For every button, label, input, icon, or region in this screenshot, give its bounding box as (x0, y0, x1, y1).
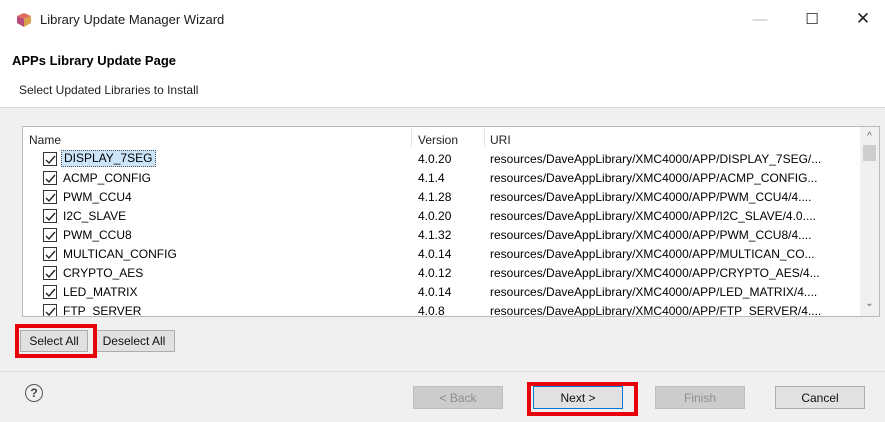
table-row[interactable]: DISPLAY_7SEG 4.0.20 resources/DaveAppLibra… (23, 149, 861, 168)
table-row[interactable]: I2C_SLAVE 4.0.20 resources/DaveAppLibrary/… (23, 206, 861, 225)
column-header-uri[interactable]: URI (490, 133, 511, 147)
row-name: LED_MATRIX (63, 285, 138, 299)
row-name: FTP_SERVER (63, 304, 142, 317)
table-row[interactable]: PWM_CCU8 4.1.32 resources/DaveAppLibrary/X… (23, 225, 861, 244)
finish-button[interactable]: Finish (655, 386, 745, 409)
close-button[interactable]: ✕ (848, 8, 878, 30)
row-uri: resources/DaveAppLibrary/XMC4000/APP/DIS… (490, 152, 822, 166)
vertical-scrollbar[interactable]: ^ ⌄ (860, 127, 879, 316)
window-title: Library Update Manager Wizard (40, 12, 225, 27)
row-name: CRYPTO_AES (63, 266, 144, 280)
table-header: Name Version URI (23, 127, 861, 149)
row-checkbox[interactable] (43, 304, 57, 316)
checkmark-icon (45, 307, 56, 316)
row-checkbox[interactable] (43, 209, 57, 223)
row-version: 4.0.14 (418, 247, 452, 261)
row-version: 4.1.28 (418, 190, 452, 204)
maximize-button[interactable]: ☐ (797, 8, 827, 30)
row-name: PWM_CCU8 (63, 228, 132, 242)
table-row[interactable]: ACMP_CONFIG 4.1.4 resources/DaveAppLibrary… (23, 168, 861, 187)
row-version: 4.0.12 (418, 266, 452, 280)
minimize-button[interactable]: — (745, 8, 775, 30)
row-name: I2C_SLAVE (63, 209, 127, 223)
checkmark-icon (45, 231, 56, 241)
wizard-header: APPs Library Update Page Select Updated … (0, 36, 885, 108)
table-row[interactable]: PWM_CCU4 4.1.28 resources/DaveAppLibrary/X… (23, 187, 861, 206)
row-uri: resources/DaveAppLibrary/XMC4000/APP/MUL… (490, 247, 815, 261)
checkmark-icon (45, 288, 56, 298)
row-uri: resources/DaveAppLibrary/XMC4000/APP/LED… (490, 285, 818, 299)
row-name: MULTICAN_CONFIG (63, 247, 177, 261)
library-table: Name Version URI DISPLAY_7SEG 4.0.20 resou… (22, 126, 880, 317)
table-body: DISPLAY_7SEG 4.0.20 resources/DaveAppLibra… (23, 149, 861, 317)
column-header-name[interactable]: Name (29, 133, 61, 147)
row-checkbox[interactable] (43, 266, 57, 280)
row-checkbox[interactable] (43, 228, 57, 242)
next-button[interactable]: Next > (533, 386, 623, 409)
scroll-up-arrow-icon[interactable]: ^ (864, 132, 875, 142)
back-button[interactable]: < Back (413, 386, 503, 409)
row-checkbox[interactable] (43, 152, 57, 166)
row-uri: resources/DaveAppLibrary/XMC4000/APP/CRY… (490, 266, 820, 280)
row-checkbox[interactable] (43, 285, 57, 299)
row-name: ACMP_CONFIG (63, 171, 152, 185)
page-title: APPs Library Update Page (12, 53, 176, 68)
column-divider[interactable] (484, 129, 485, 147)
row-uri: resources/DaveAppLibrary/XMC4000/APP/I2C… (490, 209, 816, 223)
title-bar: Library Update Manager Wizard — ☐ ✕ (0, 0, 885, 36)
table-row[interactable]: LED_MATRIX 4.0.14 resources/DaveAppLibrary… (23, 282, 861, 301)
scrollbar-thumb[interactable] (863, 145, 876, 161)
row-uri: resources/DaveAppLibrary/XMC4000/APP/FTP… (490, 304, 822, 317)
row-name: PWM_CCU4 (63, 190, 132, 204)
row-uri: resources/DaveAppLibrary/XMC4000/APP/ACM… (490, 171, 818, 185)
column-header-version[interactable]: Version (418, 133, 458, 147)
page-description: Select Updated Libraries to Install (19, 83, 199, 97)
scroll-down-arrow-icon[interactable]: ⌄ (864, 299, 875, 309)
cancel-button[interactable]: Cancel (775, 386, 865, 409)
deselect-all-button[interactable]: Deselect All (93, 330, 175, 352)
wizard-content: Name Version URI DISPLAY_7SEG 4.0.20 resou… (0, 108, 885, 371)
row-uri: resources/DaveAppLibrary/XMC4000/APP/PWM… (490, 190, 812, 204)
table-row[interactable]: FTP_SERVER 4.0.8 resources/DaveAppLibrary/… (23, 301, 861, 317)
checkmark-icon (45, 155, 56, 165)
checkmark-icon (45, 212, 56, 222)
checkmark-icon (45, 250, 56, 260)
checkmark-icon (45, 193, 56, 203)
row-version: 4.0.14 (418, 285, 452, 299)
row-checkbox[interactable] (43, 171, 57, 185)
checkmark-icon (45, 269, 56, 279)
column-divider[interactable] (411, 129, 412, 147)
help-icon[interactable]: ? (25, 384, 43, 402)
wizard-footer: ? < Back Next > Finish Cancel (0, 371, 885, 422)
row-checkbox[interactable] (43, 190, 57, 204)
table-row[interactable]: CRYPTO_AES 4.0.12 resources/DaveAppLibrary… (23, 263, 861, 282)
row-version: 4.0.20 (418, 152, 452, 166)
row-version: 4.1.32 (418, 228, 452, 242)
select-all-button[interactable]: Select All (20, 330, 88, 352)
row-checkbox[interactable] (43, 247, 57, 261)
row-name: DISPLAY_7SEG (61, 150, 156, 167)
row-version: 4.0.8 (418, 304, 445, 317)
checkmark-icon (45, 174, 56, 184)
row-version: 4.1.4 (418, 171, 445, 185)
table-row[interactable]: MULTICAN_CONFIG 4.0.14 resources/DaveAppLi… (23, 244, 861, 263)
app-icon (17, 13, 31, 27)
row-uri: resources/DaveAppLibrary/XMC4000/APP/PWM… (490, 228, 812, 242)
row-version: 4.0.20 (418, 209, 452, 223)
